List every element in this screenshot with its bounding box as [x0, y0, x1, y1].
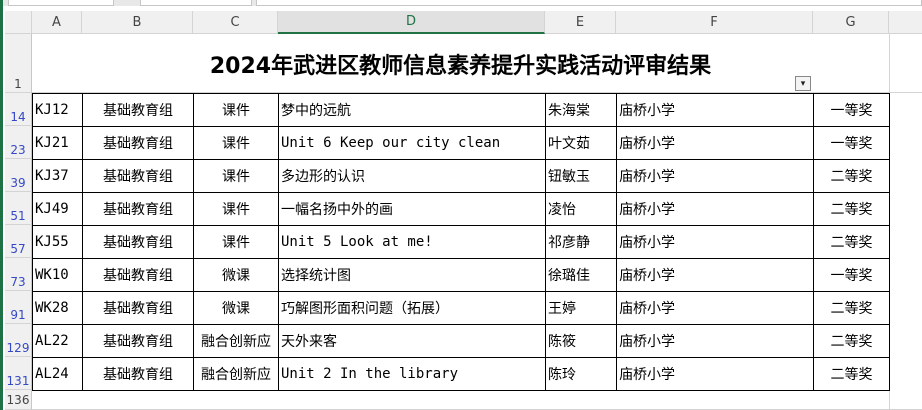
- cell-author[interactable]: 叶文茹: [545, 126, 617, 160]
- column-header-h[interactable]: [889, 11, 922, 34]
- cell-school[interactable]: 庙桥小学: [616, 159, 814, 193]
- name-box[interactable]: [8, 0, 114, 6]
- cell-type[interactable]: 融合创新应: [193, 357, 279, 391]
- cell-work-title[interactable]: 选择统计图: [278, 258, 546, 292]
- cell-school[interactable]: 庙桥小学: [616, 192, 814, 226]
- row-header[interactable]: 73: [5, 258, 32, 291]
- cell-group[interactable]: 基础教育组: [82, 291, 194, 325]
- table-row: KJ37 基础教育组 课件 多边形的认识 钮敏玉 庙桥小学 二等奖: [32, 159, 890, 193]
- cell-award[interactable]: 一等奖: [813, 93, 890, 127]
- row-header[interactable]: 39: [5, 159, 32, 192]
- cell-type[interactable]: 课件: [193, 225, 279, 259]
- cell-award[interactable]: 二等奖: [813, 291, 890, 325]
- row-header[interactable]: 51: [5, 192, 32, 225]
- table-row: WK10 基础教育组 微课 选择统计图 徐璐佳 庙桥小学 一等奖: [32, 258, 890, 292]
- cell-award[interactable]: 二等奖: [813, 357, 890, 391]
- row-header[interactable]: 57: [5, 225, 32, 258]
- cell-award[interactable]: 二等奖: [813, 192, 890, 226]
- cell-code[interactable]: AL24: [32, 357, 83, 391]
- table-row: AL24 基础教育组 融合创新应 Unit 2 In the library 陈玲 庙桥小…: [32, 357, 890, 391]
- cell-author[interactable]: 凌怡: [545, 192, 617, 226]
- cell-school[interactable]: 庙桥小学: [616, 291, 814, 325]
- cell-award[interactable]: 一等奖: [813, 258, 890, 292]
- cell-type[interactable]: 课件: [193, 159, 279, 193]
- window-edge: [0, 0, 3, 410]
- column-header-d[interactable]: D: [278, 11, 545, 34]
- row-header[interactable]: 14: [5, 93, 32, 126]
- cell-school[interactable]: 庙桥小学: [616, 93, 814, 127]
- cell-group[interactable]: 基础教育组: [82, 93, 194, 127]
- table-row: WK28 基础教育组 微课 巧解图形面积问题（拓展） 王婷 庙桥小学 二等奖: [32, 291, 890, 325]
- cell-code[interactable]: AL22: [32, 324, 83, 358]
- table-row: KJ21 基础教育组 课件 Unit 6 Keep our city clean 叶文茹…: [32, 126, 890, 160]
- cell-school[interactable]: 庙桥小学: [616, 126, 814, 160]
- sheet-title[interactable]: 2024年武进区教师信息素养提升实践活动评审结果: [32, 34, 889, 93]
- cell-code[interactable]: KJ37: [32, 159, 83, 193]
- cell-work-title[interactable]: 天外来客: [278, 324, 546, 358]
- cell-group[interactable]: 基础教育组: [82, 159, 194, 193]
- cell-work-title[interactable]: Unit 6 Keep our city clean: [278, 126, 546, 160]
- cell-school[interactable]: 庙桥小学: [616, 258, 814, 292]
- cell-type[interactable]: 微课: [193, 258, 279, 292]
- cell-author[interactable]: 陈筱: [545, 324, 617, 358]
- row-header-136[interactable]: 136: [5, 390, 32, 410]
- cell-group[interactable]: 基础教育组: [82, 258, 194, 292]
- cell-code[interactable]: WK10: [32, 258, 83, 292]
- row-header[interactable]: 131: [5, 357, 32, 390]
- cell-code[interactable]: WK28: [32, 291, 83, 325]
- cell-type[interactable]: 融合创新应: [193, 324, 279, 358]
- cell-type[interactable]: 课件: [193, 126, 279, 160]
- cell-code[interactable]: KJ55: [32, 225, 83, 259]
- cell-author[interactable]: 钮敏玉: [545, 159, 617, 193]
- cell-author[interactable]: 徐璐佳: [545, 258, 617, 292]
- cell-school[interactable]: 庙桥小学: [616, 357, 814, 391]
- column-header-b[interactable]: B: [82, 11, 193, 34]
- cell-type[interactable]: 课件: [193, 192, 279, 226]
- table-row: AL22 基础教育组 融合创新应 天外来客 陈筱 庙桥小学 二等奖: [32, 324, 890, 358]
- cell-author[interactable]: 王婷: [545, 291, 617, 325]
- column-header-g[interactable]: G: [813, 11, 889, 34]
- column-header-e[interactable]: E: [545, 11, 616, 34]
- cell-code[interactable]: KJ21: [32, 126, 83, 160]
- column-header-c[interactable]: C: [193, 11, 278, 34]
- cell-award[interactable]: 二等奖: [813, 324, 890, 358]
- filter-dropdown-icon[interactable]: ▾: [795, 76, 811, 91]
- cell-school[interactable]: 庙桥小学: [616, 225, 814, 259]
- cell-work-title[interactable]: 巧解图形面积问题（拓展）: [278, 291, 546, 325]
- cell-type[interactable]: 微课: [193, 291, 279, 325]
- cell-author[interactable]: 祁彦静: [545, 225, 617, 259]
- cell-group[interactable]: 基础教育组: [82, 225, 194, 259]
- select-all-corner[interactable]: [5, 11, 32, 34]
- cell-award[interactable]: 二等奖: [813, 225, 890, 259]
- row-header[interactable]: 23: [5, 126, 32, 159]
- cell-work-title[interactable]: 梦中的远航: [278, 93, 546, 127]
- cell-author[interactable]: 陈玲: [545, 357, 617, 391]
- formula-bar[interactable]: [256, 0, 922, 6]
- column-header-a[interactable]: A: [32, 11, 82, 34]
- cell-group[interactable]: 基础教育组: [82, 192, 194, 226]
- cell-work-title[interactable]: 一幅名扬中外的画: [278, 192, 546, 226]
- cell-code[interactable]: KJ12: [32, 93, 83, 127]
- table-row: KJ12 基础教育组 课件 梦中的远航 朱海棠 庙桥小学 一等奖: [32, 93, 890, 127]
- formula-bar-left[interactable]: [140, 0, 252, 6]
- table-row: KJ55 基础教育组 课件 Unit 5 Look at me! 祁彦静 庙桥小学 二等奖: [32, 225, 890, 259]
- cell-type[interactable]: 课件: [193, 93, 279, 127]
- cell-work-title[interactable]: Unit 5 Look at me!: [278, 225, 546, 259]
- cell-award[interactable]: 二等奖: [813, 159, 890, 193]
- table-row: KJ49 基础教育组 课件 一幅名扬中外的画 凌怡 庙桥小学 二等奖: [32, 192, 890, 226]
- cell-group[interactable]: 基础教育组: [82, 324, 194, 358]
- cell-code[interactable]: KJ49: [32, 192, 83, 226]
- cell-author[interactable]: 朱海棠: [545, 93, 617, 127]
- cell-group[interactable]: 基础教育组: [82, 357, 194, 391]
- row-header[interactable]: 91: [5, 291, 32, 324]
- cell-work-title[interactable]: Unit 2 In the library: [278, 357, 546, 391]
- cell-group[interactable]: 基础教育组: [82, 126, 194, 160]
- cell-work-title[interactable]: 多边形的认识: [278, 159, 546, 193]
- cell-award[interactable]: 一等奖: [813, 126, 890, 160]
- row-header-1[interactable]: 1: [5, 34, 32, 93]
- cell-school[interactable]: 庙桥小学: [616, 324, 814, 358]
- row-header[interactable]: 129: [5, 324, 32, 357]
- column-header-f[interactable]: F: [616, 11, 813, 34]
- results-table: KJ12 基础教育组 课件 梦中的远航 朱海棠 庙桥小学 一等奖 KJ21 基础教育组 课件 Uni…: [32, 93, 890, 391]
